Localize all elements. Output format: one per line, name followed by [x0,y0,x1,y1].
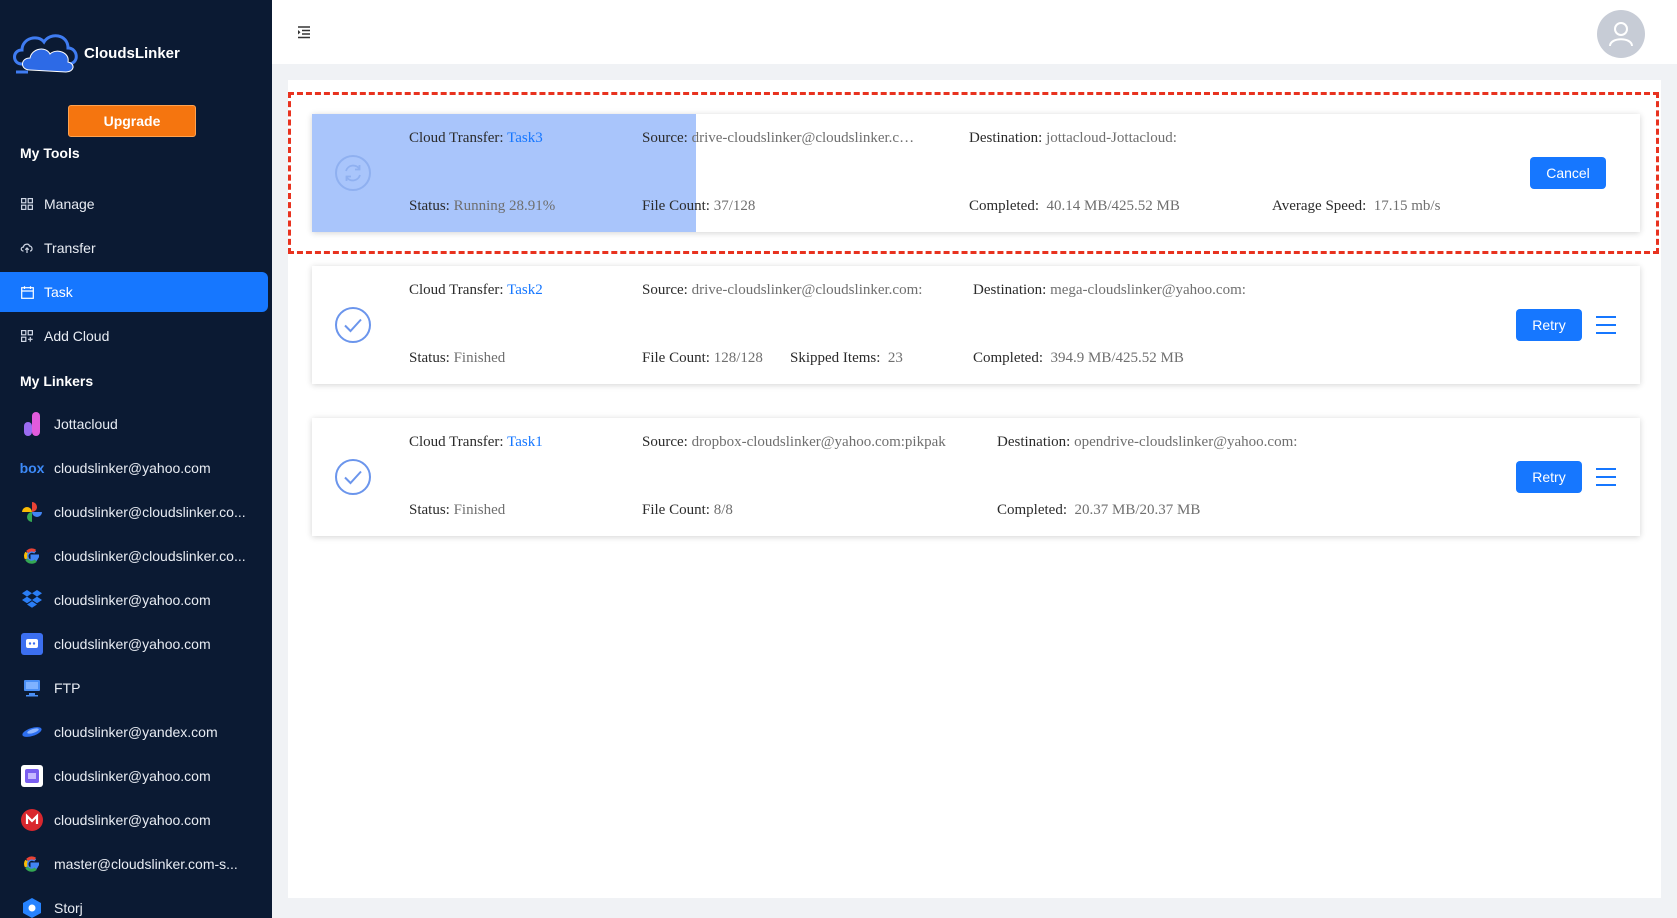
task-card: Cloud Transfer: Task2 Source: drive-clou… [312,266,1640,384]
google-photos-icon [20,500,44,524]
task-card: Cloud Transfer: Task3 Source: drive-clou… [312,114,1640,232]
task-filecount-field: File Count: 37/128 [642,198,756,214]
sidebar-item-task[interactable]: Task [0,272,268,312]
google-icon [20,852,44,876]
task-status-field: Status: Finished [409,350,506,366]
linker-item-mega[interactable]: cloudslinker@yahoo.com [0,800,268,840]
task-status-field: Status: Running 28.91% [409,198,556,214]
top-header [272,0,1677,64]
linker-item-box[interactable]: box cloudslinker@yahoo.com [0,448,268,488]
task-name-link[interactable]: Task3 [507,130,543,146]
cancel-button[interactable]: Cancel [1530,157,1606,189]
sync-icon [334,154,372,192]
linker-item-jottacloud[interactable]: Jottacloud [0,404,268,444]
sidebar-item-add-cloud[interactable]: Add Cloud [0,316,268,356]
brand-logo[interactable]: CloudsLinker [8,24,180,82]
yandex-icon [20,720,44,744]
brand-name: CloudsLinker [84,44,180,62]
task-completed-field: Completed: 394.9 MB/425.52 MB [973,350,1184,366]
linker-item-storj[interactable]: Storj [0,888,268,918]
task-completed-field: Completed: 40.14 MB/425.52 MB [969,198,1180,214]
task-name-link[interactable]: Task1 [507,434,543,450]
linker-item-google-master[interactable]: master@cloudslinker.com-s... [0,844,268,884]
task-filecount-field: File Count: 8/8 [642,502,733,518]
task-source-field: Source: drive-cloudslinker@cloudslinker.… [642,282,923,298]
linker-item-purple-drive[interactable]: cloudslinker@yahoo.com [0,756,268,796]
linker-item-google[interactable]: cloudslinker@cloudslinker.co... [0,536,268,576]
dropbox-icon [20,588,44,612]
task-speed-field: Average Speed: 17.15 mb/s [1272,198,1441,214]
sidebar: CloudsLinker Upgrade My Tools Manage Tra… [0,0,272,918]
purple-square-icon [20,764,44,788]
storj-icon [20,896,44,918]
task-source-field: Source: drive-cloudslinker@cloudslinker.… [642,130,915,146]
retry-button[interactable]: Retry [1516,309,1582,341]
task-source-field: Source: dropbox-cloudslinker@yahoo.com:p… [642,434,946,450]
task-name-field: Cloud Transfer: Task2 [409,282,543,298]
linker-item-ftp[interactable]: FTP [0,668,268,708]
google-icon [20,544,44,568]
task-name-link[interactable]: Task2 [507,282,543,298]
check-circle-icon [334,458,372,496]
menu-lines-icon[interactable] [1594,314,1618,336]
task-destination-field: Destination: jottacloud-Jottacloud: [969,130,1177,146]
box-icon: box [19,460,45,476]
task-card: Cloud Transfer: Task1 Source: dropbox-cl… [312,418,1640,536]
linker-item-yandex[interactable]: cloudslinker@yandex.com [0,712,268,752]
mega-icon [20,808,44,832]
ftp-icon [20,676,44,700]
grid-icon [20,197,34,211]
task-completed-field: Completed: 20.37 MB/20.37 MB [997,502,1201,518]
my-tools-title: My Tools [20,145,80,161]
task-name-field: Cloud Transfer: Task3 [409,130,543,146]
menu-fold-icon[interactable] [296,24,312,40]
user-avatar[interactable] [1597,10,1645,58]
task-filecount-field: File Count: 128/128 [642,350,763,366]
task-status-field: Status: Finished [409,502,506,518]
task-destination-field: Destination: opendrive-cloudslinker@yaho… [997,434,1298,450]
upgrade-button[interactable]: Upgrade [68,105,196,137]
cloud-logo-icon [13,34,78,74]
calendar-icon [20,285,34,299]
retry-button[interactable]: Retry [1516,461,1582,493]
sidebar-item-manage[interactable]: Manage [0,184,268,224]
task-skipped-field: Skipped Items: 23 [790,350,903,366]
linker-item-google-photos[interactable]: cloudslinker@cloudslinker.co... [0,492,268,532]
sidebar-item-transfer[interactable]: Transfer [0,228,268,268]
sidebar-item-label: Transfer [44,240,96,256]
add-grid-icon [20,329,34,343]
linker-item-blue-drive[interactable]: cloudslinker@yahoo.com [0,624,268,664]
sidebar-item-label: Task [44,284,73,300]
menu-lines-icon[interactable] [1594,466,1618,488]
check-circle-icon [334,306,372,344]
jottacloud-icon [20,412,44,436]
cloud-transfer-icon [20,241,34,255]
user-icon [1609,22,1633,47]
sidebar-item-label: Add Cloud [44,328,110,344]
linker-item-dropbox[interactable]: cloudslinker@yahoo.com [0,580,268,620]
task-destination-field: Destination: mega-cloudslinker@yahoo.com… [973,282,1246,298]
task-name-field: Cloud Transfer: Task1 [409,434,543,450]
blue-square-icon [20,632,44,656]
my-linkers-title: My Linkers [20,373,94,389]
sidebar-item-label: Manage [44,196,95,212]
